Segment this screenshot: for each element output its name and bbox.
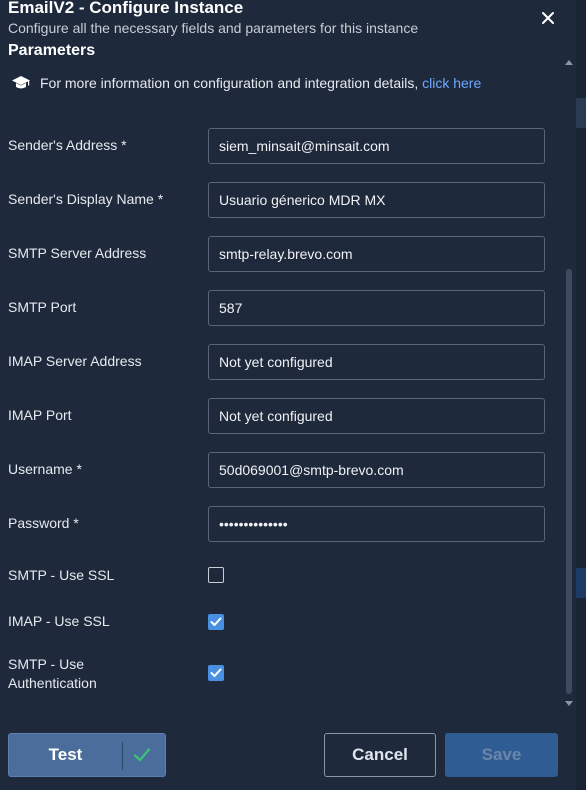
save-button[interactable]: Save [445,733,558,777]
parameters-panel: Parameters For more information on confi… [0,42,576,710]
imap-use-ssl-checkbox[interactable] [208,614,224,630]
close-button[interactable] [536,6,560,30]
smtp-use-auth-label-line1: SMTP - Use [8,656,84,672]
dialog-header: EmailV2 - Configure Instance Configure a… [0,0,576,42]
imap-port-input[interactable] [208,398,545,434]
smtp-server-input[interactable] [208,236,545,272]
smtp-use-auth-label-line2: Authentication [8,675,97,691]
click-here-link[interactable]: click here [422,75,481,91]
smtp-port-label: SMTP Port [8,299,77,315]
username-label: Username * [8,461,82,477]
sender-display-name-label: Sender's Display Name * [8,191,164,207]
close-icon [542,12,554,24]
dialog-title: EmailV2 - Configure Instance [8,0,244,17]
test-button[interactable]: Test [8,733,166,777]
scrollbar[interactable] [562,42,576,710]
smtp-port-input[interactable] [208,290,545,326]
smtp-use-ssl-checkbox[interactable] [208,567,224,583]
configure-instance-dialog: EmailV2 - Configure Instance Configure a… [0,0,576,790]
cancel-button[interactable]: Cancel [324,733,436,777]
scroll-up-arrow-icon[interactable] [565,60,573,65]
imap-port-label: IMAP Port [8,407,72,423]
checkmark-icon [210,668,222,677]
sender-display-name-input[interactable] [208,182,545,218]
password-label: Password * [8,515,79,531]
imap-use-ssl-label: IMAP - Use SSL [8,613,110,629]
scroll-down-arrow-icon[interactable] [565,701,573,706]
info-row: For more information on configuration an… [12,75,481,91]
test-button-label: Test [48,745,83,764]
section-title: Parameters [8,42,96,59]
sender-address-input[interactable] [208,128,545,164]
smtp-use-ssl-label: SMTP - Use SSL [8,567,115,583]
info-text: For more information on configuration an… [40,75,482,91]
background-band [576,98,586,128]
username-input[interactable] [208,452,545,488]
password-input[interactable] [208,506,545,542]
background-band [576,568,586,598]
imap-server-label: IMAP Server Address [8,353,142,369]
smtp-use-auth-checkbox[interactable] [208,665,224,681]
smtp-server-label: SMTP Server Address [8,245,147,261]
scrollbar-thumb[interactable] [566,269,572,694]
check-icon [133,748,151,762]
dialog-footer: Test Cancel Save [0,710,576,790]
checkmark-icon [210,617,222,626]
graduation-cap-icon [12,76,30,89]
dialog-subtitle: Configure all the necessary fields and p… [8,20,419,36]
sender-address-label: Sender's Address * [8,137,127,153]
imap-server-input[interactable] [208,344,545,380]
smtp-use-auth-label: SMTP - Use Authentication [8,655,97,693]
test-button-divider [122,742,123,770]
